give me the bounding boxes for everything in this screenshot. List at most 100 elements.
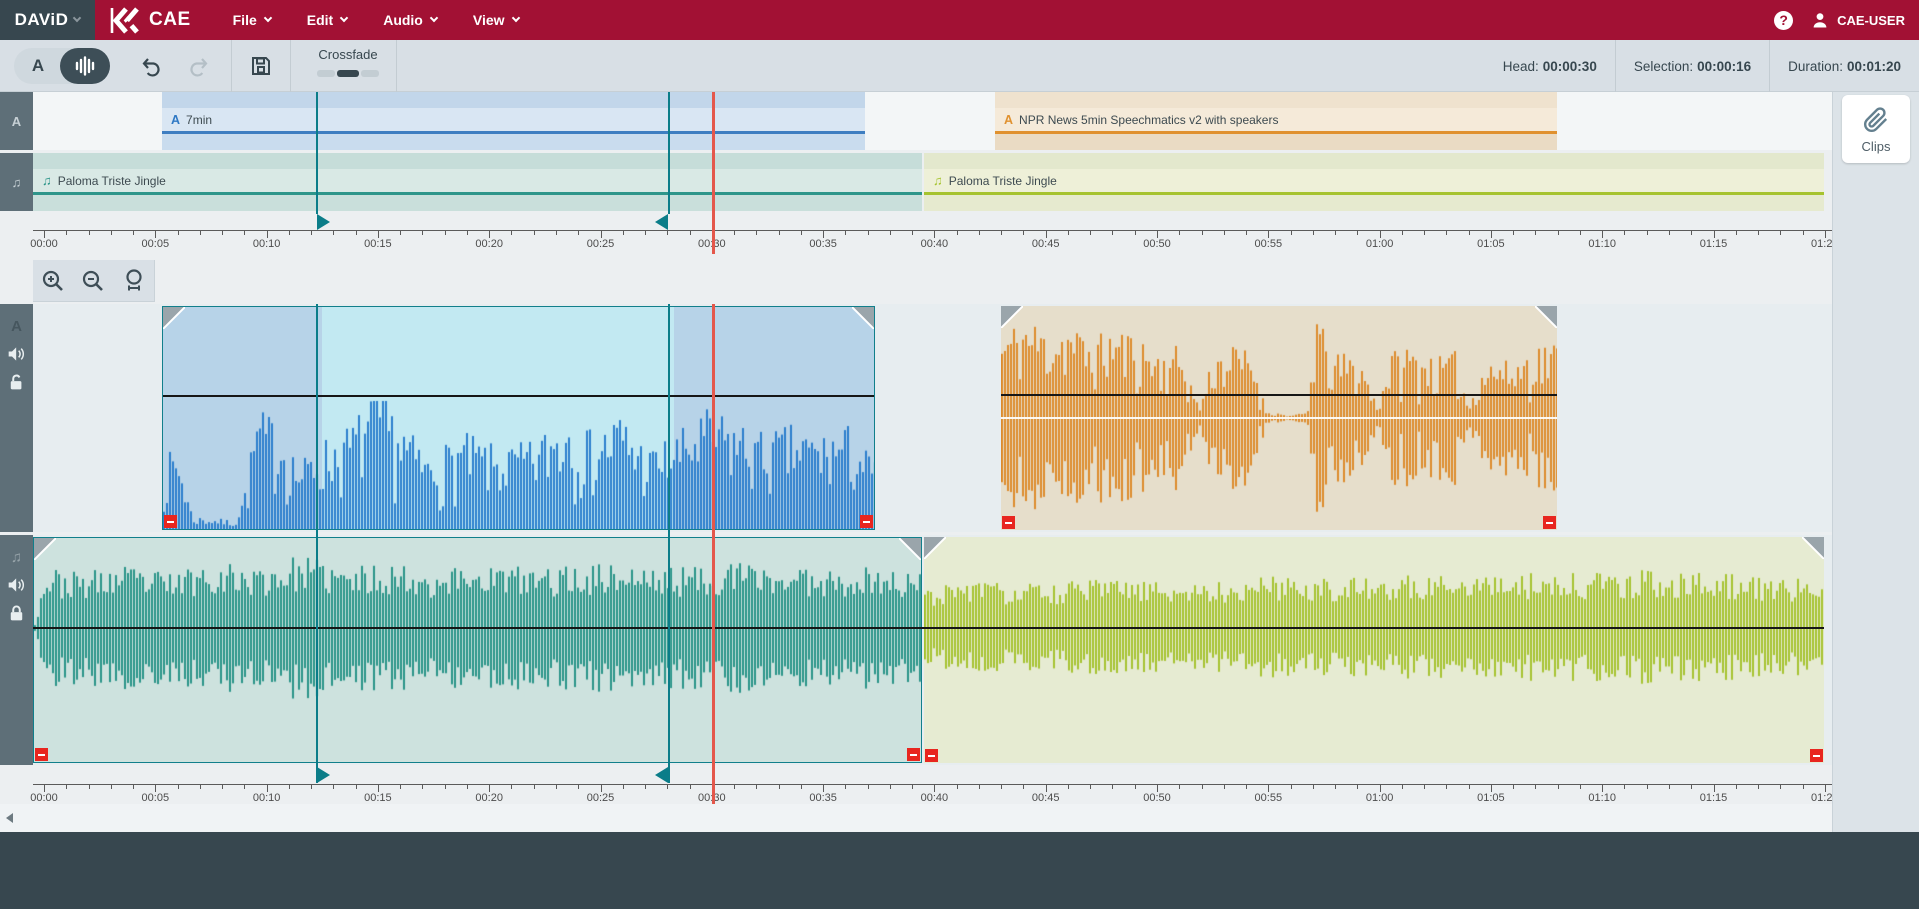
fade-out-handle[interactable]: [1535, 306, 1557, 328]
transport-bar: -60-30-12-6-30: [0, 832, 1919, 909]
david-logo-menu[interactable]: DAViD: [0, 0, 95, 40]
playhead-line[interactable]: [712, 304, 715, 804]
clips-panel-label: Clips: [1862, 139, 1891, 154]
overview-clip-7min[interactable]: A7min: [162, 92, 865, 150]
clip-7min[interactable]: [162, 306, 875, 530]
undo-button[interactable]: [140, 54, 164, 78]
user-menu[interactable]: CAE-USER: [1811, 11, 1905, 29]
speaker-icon[interactable]: [7, 345, 27, 363]
selection-end-marker[interactable]: [655, 767, 668, 783]
fade-out-handle[interactable]: [1802, 537, 1824, 559]
overview-clip-jingle-1[interactable]: ♫Paloma Triste Jingle: [33, 153, 922, 211]
speaker-icon[interactable]: [7, 576, 27, 594]
time-label: 00:40: [921, 792, 949, 804]
zoom-fit-selection-button[interactable]: [121, 268, 147, 294]
time-label: 00:25: [587, 792, 615, 804]
overview-ruler[interactable]: 00:0000:0500:1000:1500:2000:2500:3000:35…: [0, 214, 1832, 258]
minor-tick: [289, 785, 290, 789]
clip-jingle-2[interactable]: [924, 537, 1824, 763]
track-a-header: A: [0, 304, 33, 532]
help-icon[interactable]: ?: [1774, 11, 1793, 30]
overview-clip-npr-news[interactable]: ANPR News 5min Speechmatics v2 with spea…: [995, 92, 1557, 150]
clips-panel-button[interactable]: Clips: [1842, 95, 1910, 163]
overview-lane-music[interactable]: ♫Paloma Triste Jingle ♫Paloma Triste Jin…: [33, 153, 1832, 211]
minor-tick: [1647, 231, 1648, 235]
major-tick: [1046, 785, 1047, 792]
minor-tick: [1446, 785, 1447, 789]
major-tick: [1157, 231, 1158, 238]
waveform-jingle-2: [924, 537, 1824, 763]
selection-start-marker[interactable]: [317, 214, 330, 230]
track-music-lane[interactable]: [33, 535, 1832, 765]
minor-tick: [1023, 231, 1024, 235]
volume-envelope-line[interactable]: [163, 395, 875, 397]
playhead-line[interactable]: [712, 92, 715, 254]
zoom-out-button[interactable]: [80, 268, 106, 294]
menu-edit[interactable]: Edit: [293, 0, 361, 40]
fade-in-handle[interactable]: [163, 307, 185, 329]
crossfade-control[interactable]: Crossfade: [308, 47, 388, 77]
scroll-left-arrow[interactable]: [6, 813, 13, 823]
time-label: 00:15: [364, 238, 392, 250]
edit-toolbar: A Crossfade Head: [0, 40, 1919, 92]
minor-tick: [400, 785, 401, 789]
horizontal-scrollbar[interactable]: [0, 804, 1832, 832]
minor-tick: [1469, 785, 1470, 789]
menu-file[interactable]: File: [219, 0, 285, 40]
clip-end-marker[interactable]: [1543, 516, 1556, 529]
minor-tick: [1669, 231, 1670, 235]
selection-end-line[interactable]: [668, 92, 670, 214]
lock-icon[interactable]: [8, 604, 25, 622]
waveform-mode-button[interactable]: [60, 48, 110, 84]
fade-out-handle[interactable]: [899, 538, 921, 560]
selection-start-marker[interactable]: [317, 767, 330, 783]
minor-tick: [534, 231, 535, 235]
volume-envelope-line[interactable]: [33, 627, 1824, 629]
clip-end-marker[interactable]: [860, 515, 873, 528]
minor-tick: [1090, 231, 1091, 235]
volume-envelope-line[interactable]: [1001, 394, 1557, 396]
minor-tick: [333, 785, 334, 789]
zoom-in-button[interactable]: [40, 268, 66, 294]
text-mode-button[interactable]: A: [14, 48, 62, 84]
time-label: 01:10: [1588, 792, 1616, 804]
menu-group: File Edit Audio View: [219, 0, 533, 40]
clip-start-marker[interactable]: [35, 748, 48, 761]
fade-in-handle[interactable]: [924, 537, 946, 559]
clip-start-marker[interactable]: [1002, 516, 1015, 529]
minor-tick: [1224, 785, 1225, 789]
selection-start-line[interactable]: [316, 304, 318, 783]
crossfade-slider[interactable]: [317, 70, 379, 77]
fade-in-handle[interactable]: [34, 538, 56, 560]
unlock-icon[interactable]: [8, 373, 25, 391]
save-button[interactable]: [249, 54, 273, 78]
fade-out-handle[interactable]: [852, 307, 874, 329]
clip-end-marker[interactable]: [907, 748, 920, 761]
overview-clip-jingle-2[interactable]: ♫Paloma Triste Jingle: [924, 153, 1824, 211]
music-note-icon: ♫: [11, 549, 22, 566]
selection-start-line[interactable]: [316, 92, 318, 214]
waveform-centerline: [1001, 417, 1557, 419]
menu-view[interactable]: View: [459, 0, 533, 40]
minor-tick: [578, 785, 579, 789]
minor-tick: [178, 231, 179, 235]
clip-start-marker[interactable]: [164, 515, 177, 528]
minor-tick: [1669, 785, 1670, 789]
selection-time: Selection:00:00:16: [1616, 59, 1769, 74]
top-menu-bar: DAViD CAE File Edit Audio View ? CAE-USE…: [0, 0, 1919, 40]
redo-button[interactable]: [186, 54, 210, 78]
minor-tick: [200, 785, 201, 789]
minor-tick: [645, 785, 646, 789]
clip-end-marker[interactable]: [1810, 749, 1823, 762]
time-label: 01:10: [1588, 238, 1616, 250]
clip-npr-news[interactable]: [1001, 306, 1557, 530]
fade-in-handle[interactable]: [1001, 306, 1023, 328]
speech-clip-icon: A: [1004, 113, 1013, 127]
clip-jingle-1[interactable]: [33, 537, 922, 763]
track-a-lane[interactable]: [33, 304, 1832, 532]
clip-start-marker[interactable]: [925, 749, 938, 762]
selection-end-line[interactable]: [668, 304, 670, 783]
overview-lane-a[interactable]: A7min ANPR News 5min Speechmatics v2 wit…: [33, 92, 1832, 150]
selection-end-marker[interactable]: [655, 214, 668, 230]
menu-audio[interactable]: Audio: [369, 0, 451, 40]
